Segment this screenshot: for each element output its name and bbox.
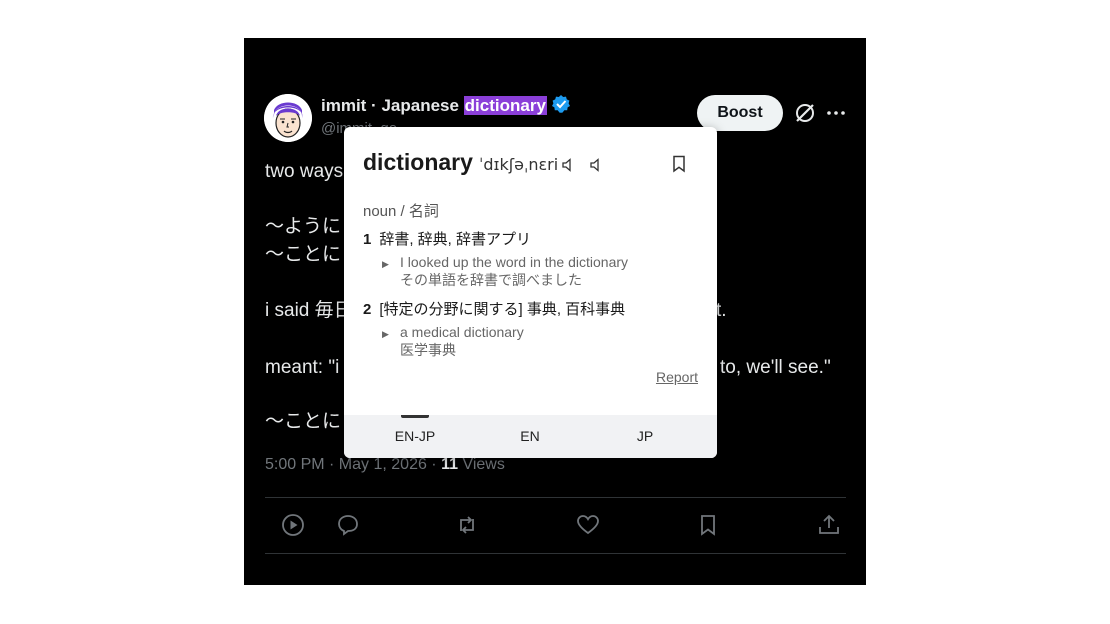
divider bbox=[265, 497, 846, 498]
author-name-text: immit · Japanese bbox=[321, 96, 464, 115]
grok-icon[interactable] bbox=[792, 100, 818, 126]
example-jp: その単語を辞書で調べました bbox=[400, 272, 582, 288]
sense-text: [特定の分野に関する] 事典, 百科事典 bbox=[379, 301, 626, 318]
top-strip bbox=[244, 38, 866, 64]
like-icon[interactable] bbox=[575, 512, 601, 538]
language-tabs: EN-JP EN JP bbox=[344, 415, 717, 458]
expand-triangle-icon[interactable]: ▶ bbox=[382, 329, 389, 340]
report-link[interactable]: Report bbox=[656, 369, 698, 385]
selected-word-highlight[interactable]: dictionary bbox=[463, 96, 547, 115]
verified-badge-icon bbox=[551, 94, 571, 121]
example-en: I looked up the word in the dictionary bbox=[400, 254, 629, 270]
tweet-text-line: meant: "i bbox=[265, 357, 340, 378]
avatar-face-icon bbox=[264, 94, 312, 142]
popup-headword: dictionary bbox=[363, 149, 473, 175]
share-icon[interactable] bbox=[816, 512, 842, 538]
author-name[interactable]: immit · Japanese dictionary bbox=[321, 94, 571, 118]
dictionary-popup: dictionary ˈdɪkʃəˌnɛri noun / 名詞 1 辞書, 辞典… bbox=[344, 127, 717, 458]
sense-number: 1 bbox=[363, 231, 372, 248]
part-of-speech: noun / 名詞 bbox=[363, 203, 439, 220]
speaker-icon[interactable] bbox=[588, 157, 604, 173]
bookmark-icon[interactable] bbox=[671, 155, 687, 173]
more-options-icon[interactable] bbox=[824, 100, 850, 126]
divider bbox=[265, 553, 846, 554]
tweet-text-line-end: to, we'll see." bbox=[720, 357, 831, 378]
example-jp: 医学事典 bbox=[400, 342, 456, 358]
views-label: Views bbox=[458, 456, 505, 473]
tweet-text-line-end: t. bbox=[716, 300, 727, 321]
tweet-text-line: 〜ことに bbox=[265, 244, 342, 265]
sense-1: 1 辞書, 辞典, 辞書アプリ bbox=[363, 228, 531, 249]
views-count: 11 bbox=[441, 456, 458, 473]
tweet-text-line: i said 毎日 bbox=[265, 300, 353, 321]
reply-icon[interactable] bbox=[335, 512, 361, 538]
tweet-text-line: two ways bbox=[265, 161, 344, 182]
timestamp-text: 5:00 PM · May 1, 2026 · bbox=[265, 456, 442, 473]
tab-jp[interactable]: JP bbox=[583, 415, 707, 458]
bookmark-icon[interactable] bbox=[695, 512, 721, 538]
tweet-text-line: 〜ように bbox=[265, 216, 342, 237]
sense-text: 辞書, 辞典, 辞書アプリ bbox=[379, 231, 532, 248]
sense-number: 2 bbox=[363, 301, 372, 318]
retweet-icon[interactable] bbox=[454, 512, 480, 538]
popup-pronunciation: ˈdɪkʃəˌnɛri bbox=[479, 155, 559, 174]
boost-button[interactable]: Boost bbox=[697, 95, 783, 131]
tweet-timestamp[interactable]: 5:00 PM · May 1, 2026 · 11 Views bbox=[265, 456, 505, 474]
play-icon[interactable] bbox=[280, 512, 306, 538]
tweet-text-line: 〜ことに bbox=[265, 411, 342, 432]
expand-triangle-icon[interactable]: ▶ bbox=[382, 259, 389, 270]
avatar[interactable] bbox=[264, 94, 312, 142]
tab-en-jp[interactable]: EN-JP bbox=[353, 415, 477, 458]
sense-2: 2 [特定の分野に関する] 事典, 百科事典 bbox=[363, 298, 625, 319]
speaker-icon[interactable] bbox=[560, 157, 576, 173]
tab-en[interactable]: EN bbox=[468, 415, 592, 458]
example-en: a medical dictionary bbox=[400, 324, 524, 340]
